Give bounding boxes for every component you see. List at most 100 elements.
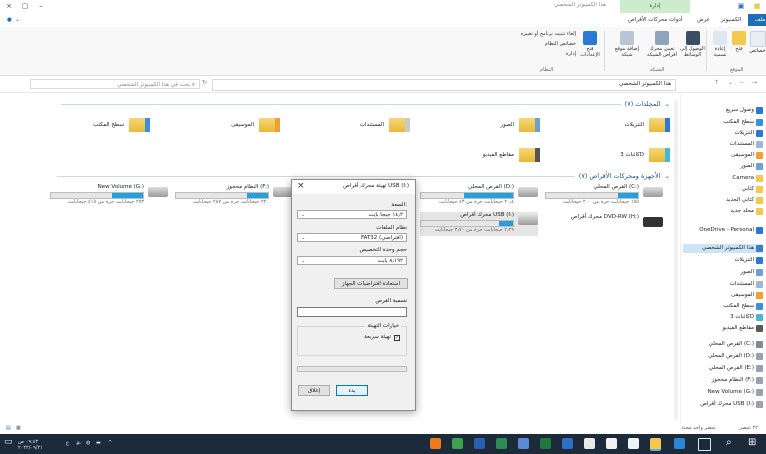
nav-item[interactable]: مجلد جديد <box>730 207 763 216</box>
drive-tile[interactable]: القرص المحلي (C:) ١٥٥ جيجابايت حرة من ٢٠٠… <box>545 184 663 208</box>
capacity-select[interactable]: ⌄ ١٤٫٢ جيجا بايت <box>297 210 407 219</box>
folder-tile[interactable]: مقاطع الفيديو <box>483 148 540 162</box>
nav-item[interactable]: القرص المحلي (C:) <box>709 340 763 349</box>
folder-tile[interactable]: سطح المكتب <box>93 118 150 132</box>
folder-tile[interactable]: الموسيقى <box>231 118 280 132</box>
refresh-icon[interactable]: ↻ <box>202 79 207 86</box>
nav-item[interactable]: المستندات <box>730 140 763 149</box>
folder-tile[interactable]: كائنات 3D <box>620 148 670 162</box>
battery-icon[interactable]: ▬ <box>96 440 101 446</box>
nav-item[interactable]: كتابي <box>742 185 763 194</box>
search-input[interactable]: بحث في هذا الكمبيوتر الشخصي ⌕ <box>30 79 200 89</box>
search-icon[interactable]: ⌕ <box>726 437 732 448</box>
close-button[interactable]: إغلاق <box>298 385 330 396</box>
address-field[interactable]: هذا الكمبيوتر الشخصي <box>212 79 676 91</box>
volume-icon[interactable]: 🔈 <box>76 440 82 446</box>
spreadsheet-icon[interactable] <box>540 438 551 449</box>
allocation-size-select[interactable]: ⌄ ٨٫١٩٢ بايت <box>297 256 407 265</box>
drive-tile[interactable]: New Volume (G:) ٢٧٣ جيجابايت حرة من ٤١٥ ج… <box>50 184 168 208</box>
context-tab-manage[interactable]: إدارة <box>620 0 690 13</box>
document-icon[interactable] <box>562 438 573 449</box>
firefox-icon[interactable] <box>430 438 441 449</box>
nav-item[interactable]: كائنات 3D <box>730 313 763 322</box>
forward-arrow-icon[interactable]: ← <box>740 79 745 86</box>
back-arrow-icon[interactable]: → <box>752 79 757 86</box>
properties-button[interactable]: خصائص <box>749 31 766 54</box>
details-view-icon[interactable]: ▤ <box>6 425 11 431</box>
nav-item[interactable]: كتابي الجديد <box>726 196 763 205</box>
open-settings-button[interactable]: فتح الإعدادات <box>578 31 602 58</box>
nav-item[interactable]: المستندات <box>730 280 763 289</box>
nav-item[interactable]: سطح المكتب <box>723 302 763 311</box>
nav-item[interactable]: الموسيقى <box>731 151 763 160</box>
nav-item[interactable]: هذا الكمبيوتر الشخصي <box>683 244 763 253</box>
tiles-view-icon[interactable]: ▦ <box>16 425 21 431</box>
nav-item[interactable]: الصور <box>741 268 763 277</box>
drive-tile[interactable]: محرك أقراص DVD-RW (H:) <box>545 214 663 238</box>
folder-tile[interactable]: المستندات <box>360 118 410 132</box>
word-icon[interactable] <box>474 438 485 449</box>
chevron-down-icon[interactable]: ⌄ <box>728 79 733 86</box>
store-icon[interactable] <box>628 438 639 449</box>
nav-item[interactable]: القرص المحلي (D:) <box>708 352 763 361</box>
mail-icon[interactable] <box>606 438 617 449</box>
rename-button[interactable]: إعادة تسمية <box>710 31 730 58</box>
nav-item[interactable]: Camera <box>732 174 763 183</box>
nav-item[interactable]: القرص المحلي (E:) <box>709 364 763 373</box>
tab-file[interactable]: ملف <box>748 14 766 26</box>
task-view-icon[interactable] <box>698 438 711 451</box>
add-network-location-button[interactable]: إضافة موقع شبكة <box>610 31 644 58</box>
nav-item[interactable]: التنزيلات <box>734 129 763 138</box>
nav-item[interactable]: سطح المكتب <box>723 118 763 127</box>
nav-item[interactable]: OneDrive - Personal <box>699 226 763 235</box>
file-system-select[interactable]: ⌄ FAT32 (افتراضي) <box>297 233 407 242</box>
tab-computer[interactable]: الكمبيوتر <box>718 14 744 26</box>
manage-link[interactable]: إدارة <box>540 51 576 57</box>
up-arrow-icon[interactable]: ↑ <box>714 79 719 86</box>
nav-item[interactable]: الموسيقى <box>731 291 763 300</box>
start-button[interactable]: بدء <box>336 385 368 396</box>
excel-icon[interactable] <box>496 438 507 449</box>
nav-item[interactable]: وصول سريع <box>726 106 763 115</box>
network-icon[interactable]: ◍ <box>86 440 90 446</box>
drive-tile[interactable]: النظام محجوز (F:) ٢٢٠ جيجابايت حرة من ٢٨٧… <box>175 184 293 208</box>
quick-access-toolbar-icon[interactable]: ▣ <box>736 1 746 11</box>
scrollbar[interactable] <box>674 100 678 420</box>
app-icon[interactable] <box>584 438 595 449</box>
app-icon[interactable] <box>518 438 529 449</box>
drive-tile[interactable]: محرك أقراص USB (I:) ٢٫٢٩ جيجابايت حرة من … <box>420 212 538 236</box>
volume-label-input[interactable] <box>297 307 407 317</box>
nav-item[interactable]: النظام محجوز (F:) <box>712 376 763 385</box>
minimize-button[interactable]: – <box>36 1 46 11</box>
file-explorer-icon[interactable] <box>650 438 661 451</box>
nav-item[interactable]: التنزيلات <box>734 256 763 265</box>
edge-icon[interactable] <box>674 438 685 449</box>
nav-item[interactable]: New Volume (G:) <box>708 388 763 397</box>
chevron-up-icon[interactable]: ^ <box>108 440 112 446</box>
nav-item[interactable]: محرك أقراص USB (I:) <box>700 400 763 409</box>
chevron-down-icon[interactable]: ⌄ <box>12 14 23 26</box>
quick-format-checkbox[interactable]: ✓ <box>394 335 400 341</box>
start-windows-icon[interactable]: ⊞ <box>748 437 756 448</box>
input-language[interactable]: ع <box>66 440 69 446</box>
folders-section-header[interactable]: المجلدات (٧) ⌄ <box>60 100 670 108</box>
nav-item[interactable]: الصور <box>741 162 763 171</box>
uninstall-program-link[interactable]: إلغاء تثبيت برنامج أو تغييره <box>500 31 576 37</box>
tab-drive-tools[interactable]: أدوات محركات الأقراص <box>625 14 685 26</box>
restore-defaults-button[interactable]: استعادة افتراضيات الجهاز <box>334 278 408 289</box>
system-properties-link[interactable]: خصائص النظام <box>520 41 576 47</box>
notification-icon[interactable]: ▭ <box>4 437 13 447</box>
close-window-button[interactable]: × <box>4 1 14 11</box>
folder-tile[interactable]: الصور <box>501 118 540 132</box>
maximize-button[interactable]: ▢ <box>20 1 30 11</box>
access-media-button[interactable]: الوصول إلى الوسائط <box>680 31 705 58</box>
tab-view[interactable]: عرض <box>694 14 713 26</box>
open-button[interactable]: فتح <box>731 31 747 52</box>
breadcrumb-this-pc[interactable]: هذا الكمبيوتر الشخصي <box>619 81 671 87</box>
dialog-close-icon[interactable]: × <box>297 181 305 191</box>
map-network-drive-button[interactable]: تعيين محرك أقراص الشبكة <box>645 31 679 58</box>
drive-tile[interactable]: القرص المحلي (D:) ٢٠٫٤ جيجابايت حرة من ٤٣… <box>420 184 538 208</box>
folder-tile[interactable]: التنزيلات <box>624 118 670 132</box>
chrome-icon[interactable] <box>452 438 463 449</box>
nav-item[interactable]: مقاطع الفيديو <box>723 324 763 333</box>
